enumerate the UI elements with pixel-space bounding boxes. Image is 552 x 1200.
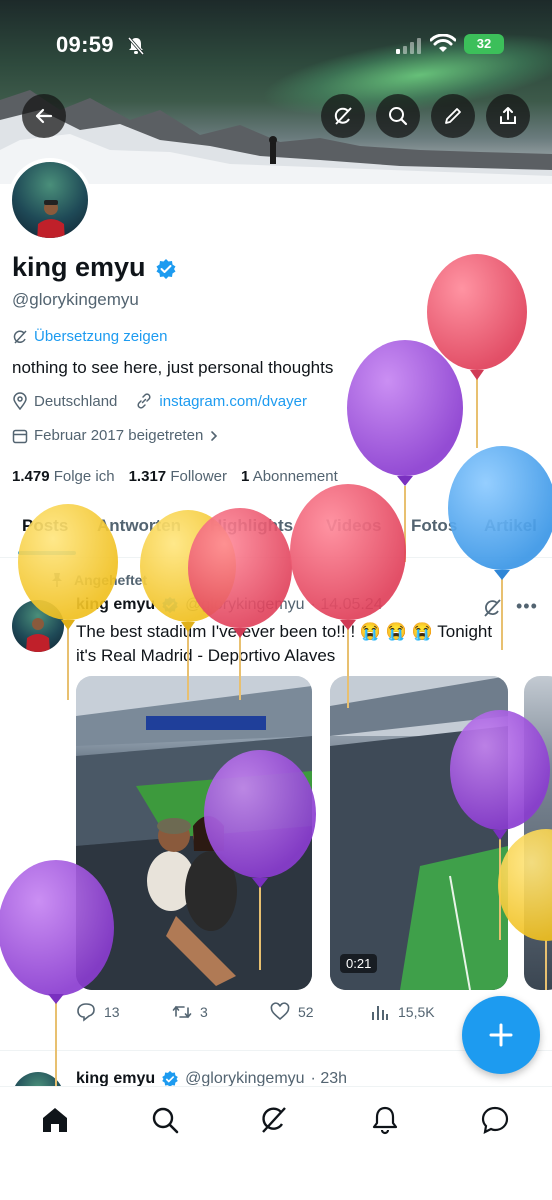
compose-button[interactable] <box>462 996 540 1074</box>
tab-highlights[interactable]: Highlights <box>210 506 293 536</box>
search-icon[interactable] <box>150 1105 180 1135</box>
profile-bio: nothing to see here, just personal thoug… <box>12 358 334 377</box>
search-icon <box>389 107 408 126</box>
tweet-author-handle[interactable]: @glorykingemyu <box>185 596 304 614</box>
search-button[interactable] <box>376 94 420 138</box>
verified-badge-icon[interactable] <box>155 258 177 280</box>
bell-off-icon <box>127 37 145 55</box>
tweet-author-avatar[interactable] <box>12 600 64 652</box>
message-icon[interactable] <box>480 1105 510 1135</box>
tab-artikel[interactable]: Artikel <box>484 506 537 536</box>
tab-antworten[interactable]: Antworten <box>97 506 181 536</box>
balloon-red <box>427 254 527 448</box>
grok-icon[interactable] <box>259 1105 289 1135</box>
profile-handle: @glorykingemyu <box>12 290 139 309</box>
plus-icon <box>489 1023 513 1047</box>
battery-indicator: 32 <box>464 34 504 54</box>
profile-tabs: Posts Antworten Highlights Videos Fotos … <box>0 506 552 558</box>
tab-videos[interactable]: Videos <box>326 506 381 536</box>
tweet-photo-third[interactable] <box>524 676 552 990</box>
share-button[interactable] <box>486 94 530 138</box>
tweet-date[interactable]: · 14.05.24 <box>311 596 383 614</box>
profile-location: Deutschland <box>34 392 118 410</box>
views-button[interactable]: 15,5K <box>370 1002 435 1022</box>
status-time: 09:59 <box>56 32 114 57</box>
profile-name: king emyu <box>12 252 146 282</box>
tweet-author-name[interactable]: king emyu <box>76 596 155 614</box>
profile-joined: Februar 2017 beigetreten <box>34 427 204 444</box>
active-tab-indicator <box>18 551 76 555</box>
grok-button[interactable] <box>321 94 365 138</box>
back-button[interactable] <box>22 94 66 138</box>
arrow-left-icon <box>35 108 53 124</box>
signal-icon <box>396 38 421 54</box>
edit-button[interactable] <box>431 94 475 138</box>
profile-website-link[interactable]: instagram.com/dvayer <box>159 393 307 410</box>
retweet-button[interactable]: 3 <box>172 1002 208 1022</box>
profile-joined-row[interactable]: Februar 2017 beigetreten <box>12 427 219 444</box>
like-button[interactable]: 52 <box>270 1002 314 1022</box>
pencil-icon <box>445 108 461 124</box>
translate-label[interactable]: Übersetzung zeigen <box>34 328 167 345</box>
bottom-navigation <box>0 1086 552 1200</box>
wifi-icon <box>430 34 456 52</box>
tab-fotos[interactable]: Fotos <box>411 506 457 536</box>
calendar-icon <box>12 429 28 443</box>
tweet-header: king emyu @glorykingemyu · 14.05.24 <box>76 596 383 614</box>
bell-icon[interactable] <box>370 1105 400 1135</box>
reply-button[interactable]: 13 <box>76 1002 120 1022</box>
profile-avatar[interactable] <box>8 158 92 242</box>
stadium-photo-illustration <box>76 676 312 990</box>
heart-icon <box>270 1002 290 1021</box>
translate-bio-link[interactable]: Übersetzung zeigen <box>12 328 167 345</box>
tweet-video-stadium[interactable] <box>330 676 508 990</box>
tweet-photo-stadium-selfie[interactable] <box>76 676 312 990</box>
views-icon <box>372 1006 388 1020</box>
tab-posts[interactable]: Posts <box>22 506 68 536</box>
grok-icon[interactable] <box>482 598 502 618</box>
reply-icon <box>77 1003 95 1022</box>
video-duration: 0:21 <box>340 954 378 973</box>
banner-landscape <box>0 90 552 184</box>
profile-meta-row-1: Deutschland instagram.com/dvayer <box>12 392 307 410</box>
retweet-icon <box>172 1005 192 1019</box>
share-icon <box>500 107 516 124</box>
following-stat[interactable]: 1.479 Folge ich <box>12 468 115 485</box>
profile-stats: 1.479 Folge ich 1.317 Follower 1 Abonnem… <box>12 468 338 485</box>
grok-icon <box>334 107 352 125</box>
subscriptions-stat[interactable]: 1 Abonnement <box>241 468 338 485</box>
tweet-text: The best stadium I've ever been to!!!! 😭… <box>76 622 493 665</box>
profile-banner[interactable]: 09:59 32 <box>0 0 552 184</box>
grok-icon <box>13 329 27 344</box>
home-icon[interactable] <box>40 1105 70 1135</box>
location-pin-icon <box>13 392 27 410</box>
followers-stat[interactable]: 1.317 Follower <box>129 468 227 485</box>
stadium-video-illustration <box>330 676 508 990</box>
avatar-person-figure <box>26 618 50 652</box>
link-icon <box>137 393 151 409</box>
pinned-label: Angeheftet <box>50 572 147 588</box>
verified-badge-icon <box>162 596 178 614</box>
pin-icon <box>52 573 62 587</box>
more-options-icon[interactable]: ••• <box>516 596 538 617</box>
chevron-right-icon <box>211 430 218 441</box>
avatar-person-figure <box>37 200 65 238</box>
